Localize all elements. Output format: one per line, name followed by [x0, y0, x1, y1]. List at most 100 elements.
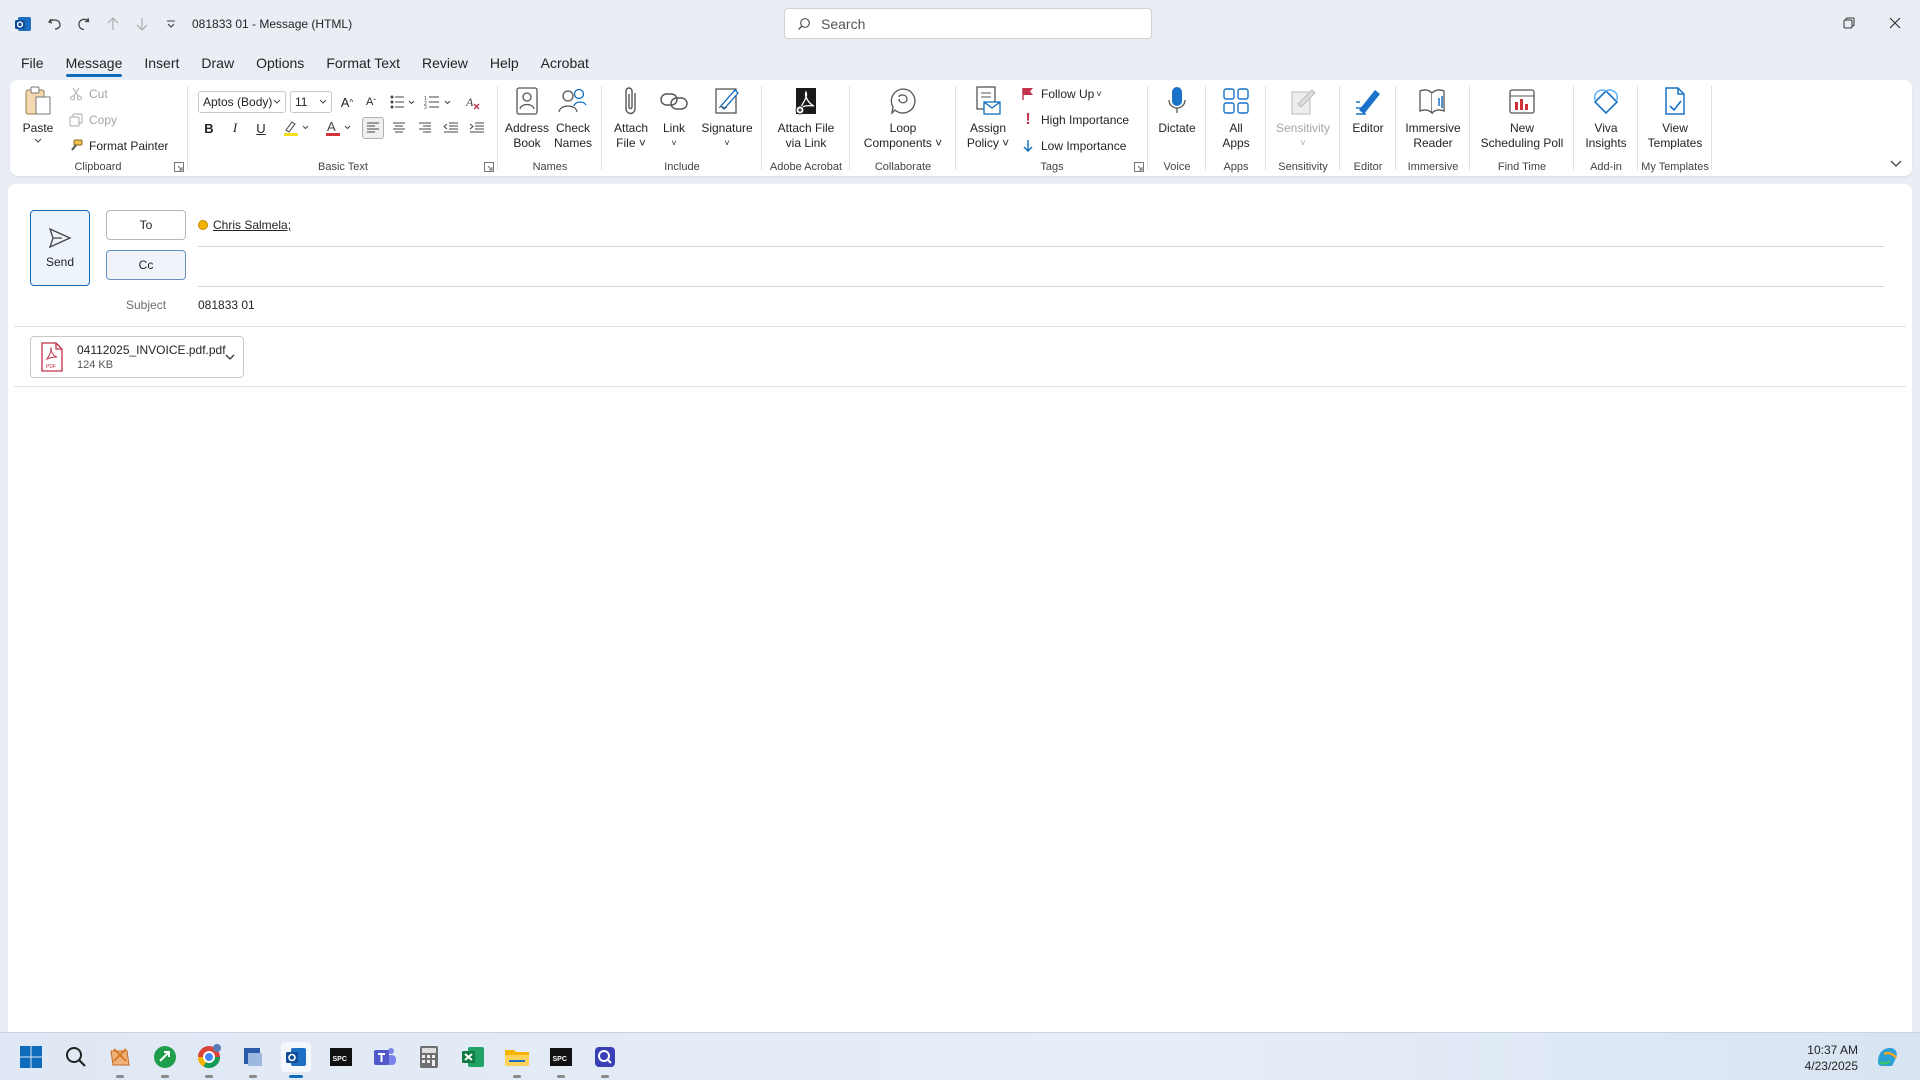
address-book-label-line1: Address: [504, 121, 550, 135]
grow-font-icon[interactable]: A ^: [336, 91, 358, 113]
paste-button[interactable]: Paste: [16, 84, 60, 144]
restore-window-icon[interactable]: [1834, 10, 1864, 36]
send-button[interactable]: Send: [30, 210, 90, 286]
spc-icon[interactable]: SPC: [326, 1042, 356, 1072]
tab-help[interactable]: Help: [479, 52, 530, 74]
to-recipient[interactable]: Chris Salmela;: [198, 218, 291, 232]
chevron-down-icon: [34, 138, 42, 143]
immersive-reader-button[interactable]: Immersive Reader: [1398, 84, 1468, 151]
sensitivity-button[interactable]: Sensitivity ˅: [1268, 84, 1338, 151]
loop-components-button[interactable]: Loop Components ˅: [852, 84, 954, 151]
chevron-down-icon[interactable]: [225, 354, 235, 361]
cc-button[interactable]: Cc: [106, 250, 186, 280]
windows-start-icon[interactable]: [16, 1042, 46, 1072]
copy-label: Copy: [89, 113, 118, 127]
to-button[interactable]: To: [106, 210, 186, 240]
new-scheduling-poll-button[interactable]: New Scheduling Poll: [1472, 84, 1572, 151]
copilot-icon[interactable]: [1872, 1042, 1902, 1072]
editor-button[interactable]: Editor: [1342, 84, 1394, 136]
spc-icon[interactable]: SPC: [546, 1042, 576, 1078]
app-icon[interactable]: [105, 1042, 135, 1078]
decrease-indent-icon[interactable]: [440, 117, 462, 139]
bold-icon[interactable]: B: [198, 117, 220, 139]
dictate-button[interactable]: Dictate: [1150, 84, 1204, 136]
app-icon[interactable]: [238, 1042, 268, 1078]
cc-input[interactable]: [198, 286, 1884, 287]
font-name-dropdown[interactable]: Aptos (Body): [198, 91, 286, 113]
follow-up-button[interactable]: Follow Up ˅: [1020, 86, 1102, 102]
message-body[interactable]: [14, 390, 1906, 1032]
next-item-icon[interactable]: [131, 13, 153, 35]
numbering-icon[interactable]: 123: [422, 91, 454, 113]
app-green-icon[interactable]: [150, 1042, 180, 1078]
ribbon-separator: [497, 86, 498, 170]
all-apps-button[interactable]: All Apps: [1208, 84, 1264, 151]
font-size-dropdown[interactable]: 11: [290, 91, 332, 113]
tab-file[interactable]: File: [10, 52, 55, 74]
chrome-icon[interactable]: [194, 1042, 224, 1078]
tab-draw[interactable]: Draw: [190, 52, 245, 74]
tab-review[interactable]: Review: [411, 52, 479, 74]
file-explorer-icon[interactable]: [502, 1042, 532, 1078]
underline-icon[interactable]: U: [250, 117, 272, 139]
address-book-button[interactable]: Address Book: [504, 84, 550, 151]
close-window-icon[interactable]: [1880, 10, 1910, 36]
dialog-launcher-icon[interactable]: [1134, 162, 1144, 172]
format-painter-button[interactable]: Format Painter: [68, 138, 168, 154]
attach-file-via-link-button[interactable]: Attach File via Link: [764, 84, 848, 151]
viva-insights-button[interactable]: Viva Insights: [1576, 84, 1636, 151]
group-label-sensitivity: Sensitivity: [1278, 161, 1328, 173]
pdf-badge-text: PDF: [46, 364, 56, 370]
high-importance-button[interactable]: ! High Importance: [1020, 111, 1130, 128]
check-names-button[interactable]: Check Names: [550, 84, 596, 151]
shrink-font-icon[interactable]: Aˇ: [360, 91, 382, 113]
signature-button[interactable]: Signature ˅: [698, 84, 756, 151]
tab-format-text[interactable]: Format Text: [315, 52, 411, 74]
assign-policy-button[interactable]: Assign Policy ˅: [962, 84, 1014, 151]
previous-item-icon[interactable]: [102, 13, 124, 35]
font-color-icon[interactable]: A: [322, 117, 356, 139]
tab-insert[interactable]: Insert: [133, 52, 190, 74]
undo-icon[interactable]: [44, 13, 66, 35]
dialog-launcher-icon[interactable]: [484, 162, 494, 172]
spc-label: SPC: [333, 1056, 347, 1063]
chevron-down-icon: ˅: [1096, 89, 1102, 99]
collapse-ribbon-icon[interactable]: [1890, 160, 1902, 168]
increase-indent-icon[interactable]: [466, 117, 488, 139]
attach-file-button[interactable]: Attach File ˅: [610, 84, 652, 151]
group-adobe-acrobat: Attach File via Link Adobe Acrobat: [764, 80, 848, 176]
cut-button[interactable]: Cut: [68, 86, 108, 102]
bullets-icon[interactable]: [388, 91, 418, 113]
tab-acrobat[interactable]: Acrobat: [530, 52, 600, 74]
high-importance-label: High Importance: [1041, 113, 1130, 127]
view-templates-button[interactable]: View Templates: [1640, 84, 1710, 151]
all-apps-label-line2: Apps: [1222, 136, 1250, 150]
calculator-icon[interactable]: [414, 1042, 444, 1072]
ribbon-separator: [187, 86, 188, 170]
subject-input[interactable]: 081833 01: [198, 298, 255, 312]
outlook-icon[interactable]: [281, 1042, 311, 1078]
copy-button[interactable]: Copy: [68, 112, 117, 128]
clear-formatting-icon[interactable]: A: [462, 91, 484, 113]
recipient-name: Chris Salmela;: [213, 218, 292, 232]
highlight-color-icon[interactable]: [280, 117, 314, 139]
system-clock[interactable]: 10:37 AM 4/23/2025: [1805, 1042, 1858, 1074]
link-button[interactable]: Link ˅: [656, 84, 692, 151]
customize-toolbar-icon[interactable]: [160, 13, 182, 35]
search-icon[interactable]: [61, 1042, 91, 1072]
tab-message[interactable]: Message: [55, 52, 134, 77]
excel-icon[interactable]: [458, 1042, 488, 1072]
align-right-icon[interactable]: [414, 117, 436, 139]
align-left-icon[interactable]: [362, 117, 384, 139]
attachment-item[interactable]: PDF 04112025_INVOICE.pdf.pdf 124 KB: [30, 336, 244, 378]
redo-icon[interactable]: [73, 13, 95, 35]
teams-icon[interactable]: [370, 1042, 400, 1072]
italic-icon[interactable]: I: [224, 117, 246, 139]
address-book-label-line2: Book: [513, 136, 541, 150]
tab-options[interactable]: Options: [245, 52, 315, 74]
app-icon[interactable]: [590, 1042, 620, 1078]
low-importance-button[interactable]: Low Importance: [1020, 138, 1126, 154]
dialog-launcher-icon[interactable]: [174, 162, 184, 172]
search-box[interactable]: Search: [784, 8, 1152, 39]
align-center-icon[interactable]: [388, 117, 410, 139]
